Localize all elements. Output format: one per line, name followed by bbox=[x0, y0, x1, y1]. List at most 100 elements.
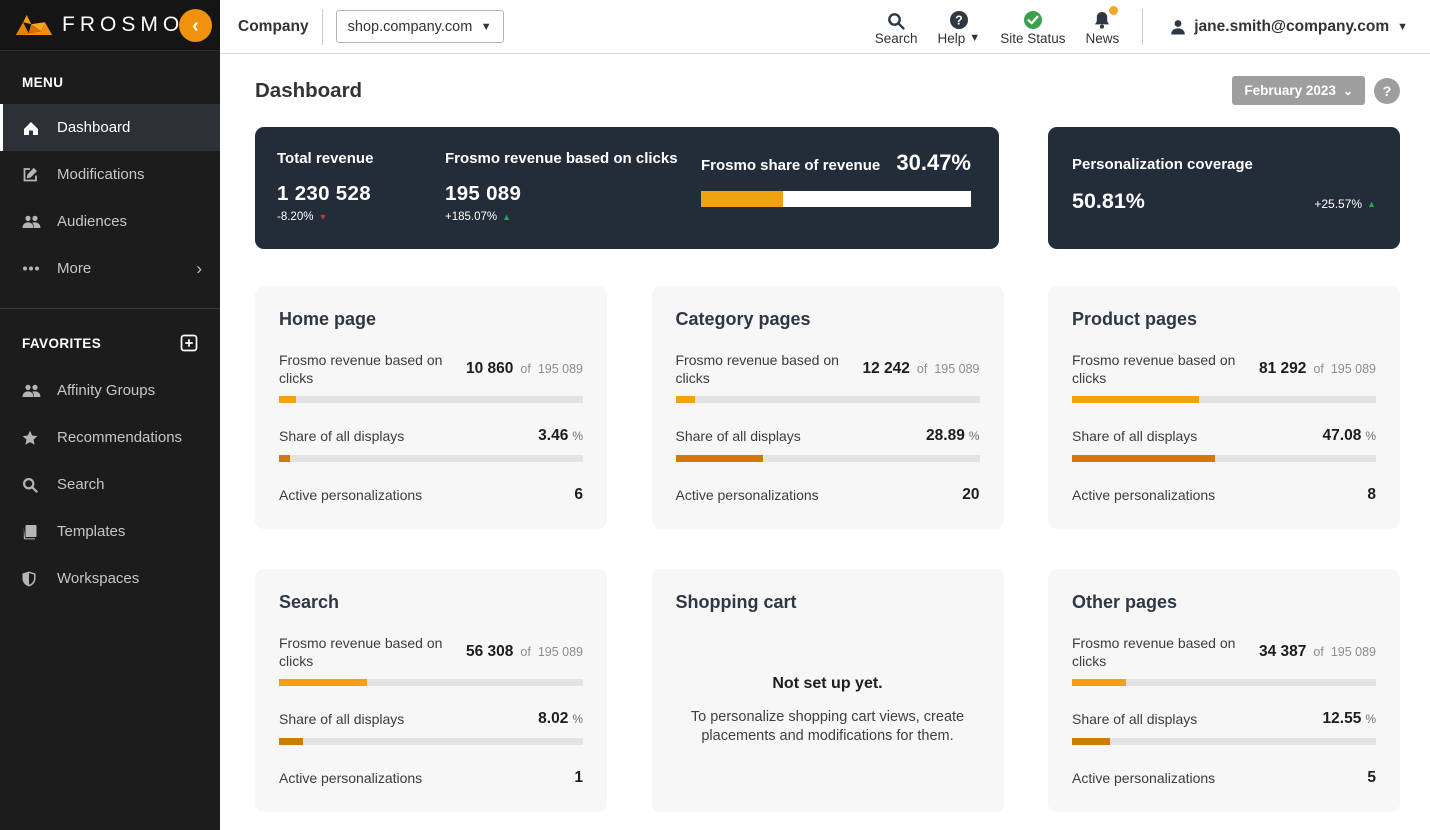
share-of-revenue-bar-fill bbox=[701, 191, 784, 207]
sidebar-item-audiences[interactable]: Audiences bbox=[0, 198, 220, 245]
sidebar-item-affinity-groups[interactable]: Affinity Groups bbox=[0, 367, 220, 414]
empty-state-title: Not set up yet. bbox=[772, 675, 883, 692]
metric-value: 28.89% bbox=[926, 427, 980, 445]
share-of-revenue-block: Frosmo share of revenue 30.47% bbox=[701, 150, 971, 249]
metric-value: 5 bbox=[1367, 768, 1376, 786]
page-head-controls: February 2023 ⌄ ? bbox=[1232, 76, 1400, 105]
metric-label: Frosmo revenue based on clicks bbox=[675, 352, 839, 387]
sidebar-item-workspaces[interactable]: Workspaces bbox=[0, 555, 220, 602]
sidebar-item-more[interactable]: More › bbox=[0, 245, 220, 292]
topbar: Company shop.company.com ▼ Search ? Help… bbox=[220, 0, 1430, 54]
share-metric: Share of all displays 12.55% bbox=[1072, 710, 1376, 745]
bell-icon bbox=[1093, 5, 1119, 30]
metric-label: Share of all displays bbox=[279, 711, 405, 728]
card-title: Shopping cart bbox=[675, 592, 797, 612]
card-title: Product pages bbox=[1072, 309, 1198, 329]
metric-label: Frosmo revenue based on clicks bbox=[279, 635, 443, 670]
empty-state-text: To personalize shopping cart views, crea… bbox=[690, 709, 965, 744]
metric-label: Frosmo revenue based on clicks bbox=[279, 352, 443, 387]
shield-icon bbox=[22, 570, 41, 587]
site-selector-value: shop.company.com bbox=[347, 18, 473, 35]
frosmo-revenue-value: 195 089 bbox=[445, 182, 522, 205]
share-of-revenue-head: Frosmo share of revenue 30.47% bbox=[701, 150, 971, 176]
triangle-up-icon: ▲ bbox=[502, 211, 512, 222]
revenue-bar-fill bbox=[1072, 396, 1199, 404]
site-status-label: Site Status bbox=[1000, 30, 1066, 46]
news-button[interactable]: News bbox=[1075, 5, 1129, 48]
revenue-bar bbox=[675, 396, 980, 404]
help-label: Help bbox=[937, 30, 966, 46]
caret-down-icon: ▼ bbox=[480, 20, 492, 33]
sidebar-item-label: Recommendations bbox=[57, 429, 183, 446]
page-cards-grid: Home page Frosmo revenue based on clicks… bbox=[255, 286, 1400, 812]
metric-value: 8.02% bbox=[538, 710, 583, 728]
revenue-bar bbox=[279, 679, 583, 687]
metric-value: 12 242 of 195 089 bbox=[862, 360, 980, 378]
triangle-down-icon: ▼ bbox=[318, 211, 328, 222]
site-status-button[interactable]: Site Status bbox=[990, 6, 1075, 48]
sidebar-item-search[interactable]: Search bbox=[0, 461, 220, 508]
share-bar-fill bbox=[279, 454, 290, 462]
site-selector[interactable]: shop.company.com ▼ bbox=[335, 10, 504, 43]
user-menu[interactable]: jane.smith@company.com ▼ bbox=[1170, 18, 1408, 36]
card-title: Category pages bbox=[675, 309, 811, 329]
sidebar-item-templates[interactable]: Templates bbox=[0, 508, 220, 555]
revenue-bar-fill bbox=[279, 679, 367, 687]
page-title: Dashboard bbox=[255, 78, 363, 102]
personalization-coverage-card: Personalization coverage 50.81% +25.57% … bbox=[1048, 127, 1400, 249]
delta-value: -8.20% bbox=[277, 211, 314, 223]
help-icon: ? bbox=[949, 8, 969, 30]
card-product-pages: Product pages Frosmo revenue based on cl… bbox=[1048, 286, 1400, 529]
revenue-bar bbox=[279, 396, 583, 404]
menu-header-label: MENU bbox=[22, 75, 64, 90]
coverage-value: 50.81% bbox=[1072, 189, 1145, 213]
card-home-page: Home page Frosmo revenue based on clicks… bbox=[255, 286, 607, 529]
sidebar: FROSMO ‹ MENU Dashboard Modifications Au… bbox=[0, 0, 220, 830]
favorites-section-header: FAVORITES bbox=[0, 309, 220, 367]
revenue-bar-fill bbox=[1072, 679, 1126, 687]
metric-label: Share of all displays bbox=[1072, 428, 1198, 445]
search-button[interactable]: Search bbox=[865, 6, 928, 48]
topbar-divider bbox=[1142, 8, 1144, 45]
sidebar-item-dashboard[interactable]: Dashboard bbox=[0, 104, 220, 151]
revenue-bar bbox=[1072, 679, 1376, 687]
active-metric: Active personalizations 5 bbox=[1072, 769, 1376, 787]
revenue-bar-fill bbox=[279, 396, 296, 404]
active-metric: Active personalizations 20 bbox=[676, 486, 980, 504]
metric-value: 10 860 of 195 089 bbox=[466, 360, 583, 378]
chevron-right-icon: › bbox=[196, 258, 202, 278]
delta-value: +185.07% bbox=[445, 211, 498, 223]
help-menu[interactable]: ? Help ▼ bbox=[928, 6, 991, 48]
sidebar-item-label: Affinity Groups bbox=[57, 382, 156, 399]
status-ok-icon bbox=[1023, 8, 1043, 30]
sidebar-collapse-button[interactable]: ‹ bbox=[179, 9, 212, 42]
share-bar-fill bbox=[675, 454, 764, 462]
sidebar-item-label: Workspaces bbox=[57, 570, 140, 587]
share-metric: Share of all displays 47.08% bbox=[1072, 427, 1376, 462]
metric-label: Active personalizations bbox=[675, 486, 819, 503]
revenue-metric: Frosmo revenue based on clicks 81 292 of … bbox=[1072, 351, 1376, 404]
card-shopping-cart: Shopping cart Not set up yet. To persona… bbox=[651, 569, 1004, 812]
sidebar-item-modifications[interactable]: Modifications bbox=[0, 151, 220, 198]
metric-label: Active personalizations bbox=[1072, 486, 1216, 503]
share-bar bbox=[279, 737, 583, 745]
sidebar-item-recommendations[interactable]: Recommendations bbox=[0, 414, 220, 461]
metric-value: 1 bbox=[574, 768, 583, 786]
brand-name: FROSMO bbox=[62, 13, 185, 36]
news-label: News bbox=[1085, 30, 1120, 46]
metric-value: 8 bbox=[1367, 485, 1376, 503]
revenue-metric: Frosmo revenue based on clicks 34 387 of … bbox=[1072, 634, 1376, 687]
share-bar bbox=[279, 454, 583, 462]
metric-label: Share of all displays bbox=[675, 428, 801, 445]
period-selector-button[interactable]: February 2023 ⌄ bbox=[1232, 76, 1365, 105]
users-icon bbox=[22, 382, 41, 399]
chevron-down-icon: ⌄ bbox=[1342, 83, 1353, 98]
home-icon bbox=[22, 119, 41, 136]
user-email: jane.smith@company.com bbox=[1194, 17, 1390, 35]
coverage-row: 50.81% +25.57% ▲ bbox=[1072, 189, 1376, 214]
add-favorite-button[interactable] bbox=[180, 333, 200, 353]
book-icon bbox=[22, 523, 41, 540]
total-revenue-label: Total revenue bbox=[277, 150, 374, 167]
sidebar-item-label: Audiences bbox=[57, 213, 128, 230]
page-help-button[interactable]: ? bbox=[1374, 77, 1400, 104]
